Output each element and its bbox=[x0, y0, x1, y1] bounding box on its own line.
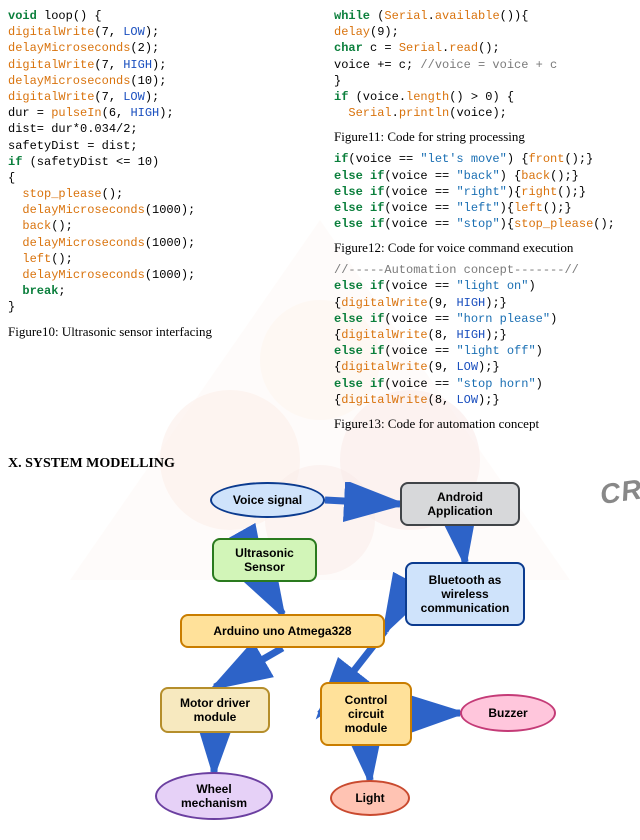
flowchart-arrows bbox=[60, 482, 580, 832]
section-heading: X. SYSTEM MODELLING bbox=[8, 456, 632, 472]
code-fig10: void loop() { digitalWrite(7, LOW); dela… bbox=[8, 8, 320, 316]
fig10-caption: Figure10: Ultrasonic sensor interfacing bbox=[8, 324, 320, 340]
flow-node-ultra: UltrasonicSensor bbox=[212, 538, 317, 582]
code-fig13: //-----Automation concept-------// else … bbox=[334, 262, 632, 408]
code-fig12: if(voice == "let's move") {front();} els… bbox=[334, 151, 632, 232]
flow-node-buzzer: Buzzer bbox=[460, 694, 556, 732]
flow-node-arduino: Arduino uno Atmega328 bbox=[180, 614, 385, 648]
flow-node-wheel: Wheelmechanism bbox=[155, 772, 273, 820]
flow-node-android: AndroidApplication bbox=[400, 482, 520, 526]
flow-node-light: Light bbox=[330, 780, 410, 816]
system-model-flowchart: Voice signal AndroidApplication Ultrasonic… bbox=[60, 482, 580, 832]
flow-node-motor: Motor drivermodule bbox=[160, 687, 270, 733]
fig11-caption: Figure11: Code for string processing bbox=[334, 129, 632, 145]
crt-watermark-label: CRT bbox=[598, 471, 640, 511]
fig13-caption: Figure13: Code for automation concept bbox=[334, 416, 632, 432]
flow-node-bt: Bluetooth aswirelesscommunication bbox=[405, 562, 525, 626]
fig12-caption: Figure12: Code for voice command executi… bbox=[334, 240, 632, 256]
flow-node-ctrl: Controlcircuitmodule bbox=[320, 682, 412, 746]
flow-node-voice: Voice signal bbox=[210, 482, 325, 518]
code-fig11: while (Serial.available()){ delay(9); ch… bbox=[334, 8, 632, 121]
